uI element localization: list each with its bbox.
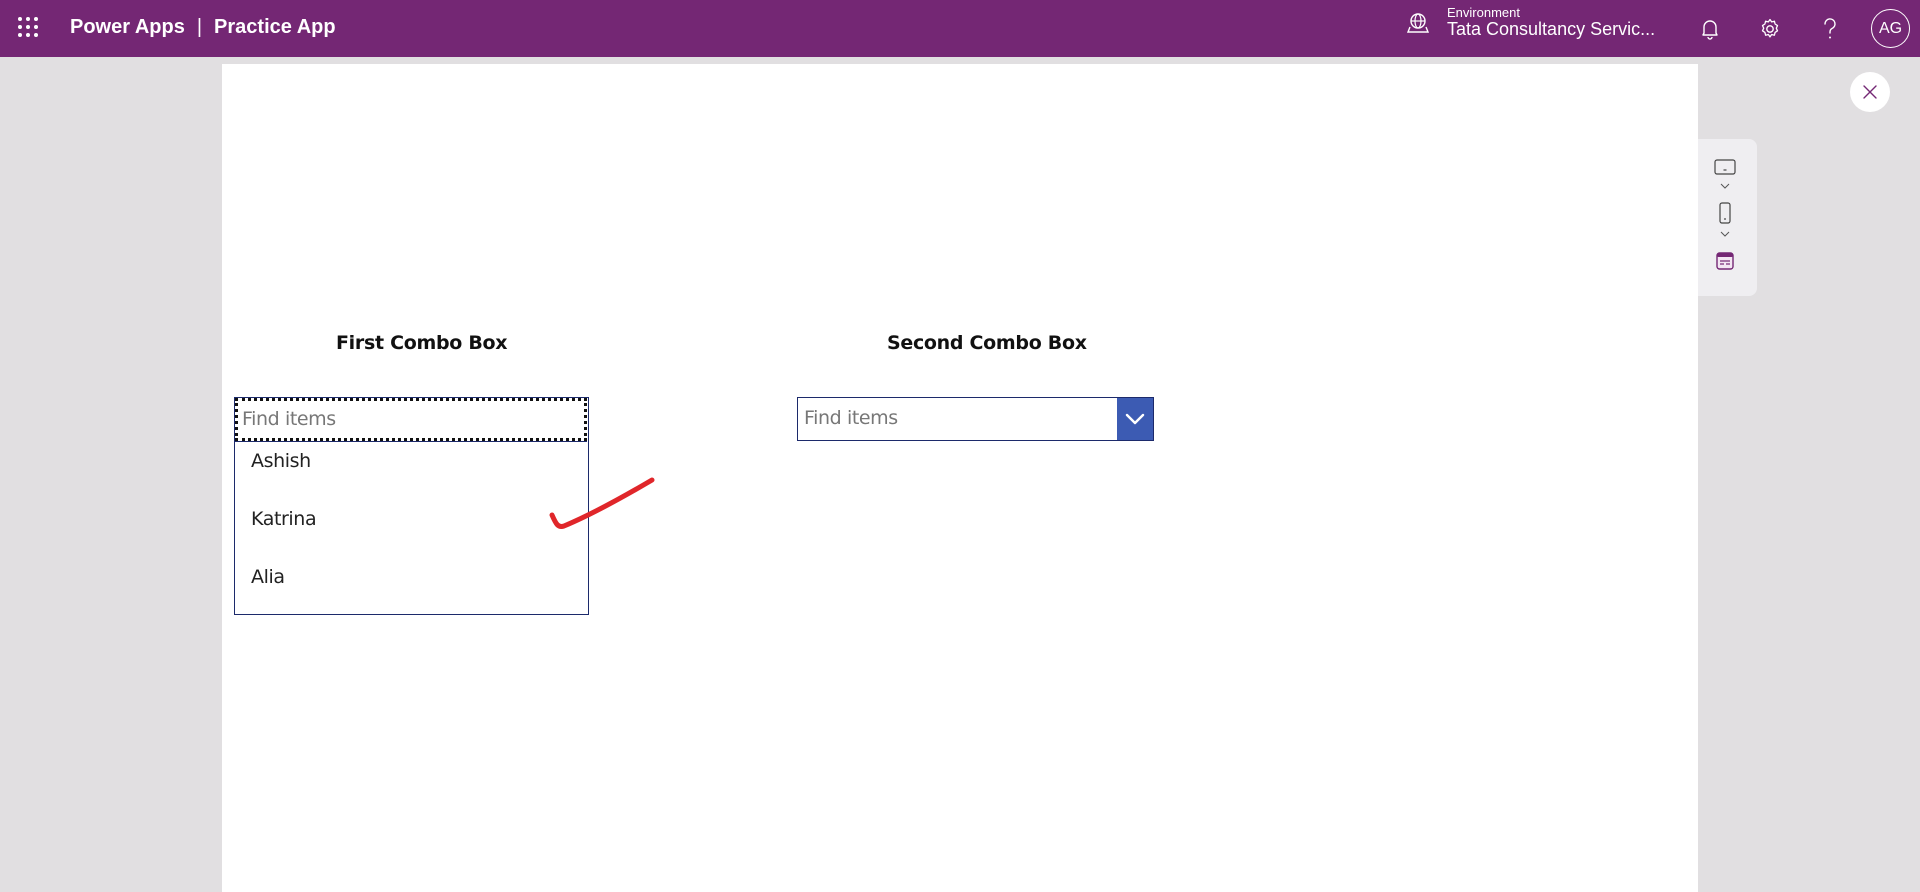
app-name: Practice App xyxy=(214,16,336,38)
product-name[interactable]: Power Apps xyxy=(70,16,185,39)
tablet-options-button[interactable] xyxy=(1714,181,1736,191)
environment-label: Environment xyxy=(1447,5,1520,20)
close-icon xyxy=(1863,85,1877,99)
first-combo-dropdown-list: Ashish Katrina Alia xyxy=(235,443,588,617)
help-button[interactable] xyxy=(1811,10,1849,48)
help-question-icon xyxy=(1824,18,1836,39)
notifications-button[interactable] xyxy=(1691,10,1729,48)
fit-to-window-icon xyxy=(1716,252,1734,270)
first-combo-search-input[interactable]: Find items xyxy=(235,398,587,442)
device-panel xyxy=(1698,139,1757,296)
settings-gear-icon xyxy=(1761,18,1779,38)
environment-globe-icon xyxy=(1406,13,1430,33)
second-combo-label: Second Combo Box xyxy=(887,332,1087,354)
first-combo-label: First Combo Box xyxy=(336,332,508,354)
phone-view-button[interactable] xyxy=(1714,202,1736,224)
notification-bell-icon xyxy=(1702,20,1718,40)
phone-options-button[interactable] xyxy=(1714,229,1736,239)
top-bar: Power Apps | Practice App Environment Ta… xyxy=(0,0,1920,57)
chevron-down-icon xyxy=(1720,183,1730,189)
list-item[interactable]: Alia xyxy=(235,559,588,617)
environment-picker[interactable]: Environment Tata Consultancy Servic... xyxy=(1405,5,1656,40)
settings-button[interactable] xyxy=(1751,10,1789,48)
close-preview-button[interactable] xyxy=(1850,72,1890,112)
first-combo-box[interactable]: Find items Ashish Katrina Alia xyxy=(234,397,589,615)
chevron-down-icon xyxy=(1720,231,1730,237)
tablet-icon xyxy=(1714,159,1736,175)
second-combo-box[interactable]: Find items xyxy=(797,397,1154,441)
waffle-icon[interactable] xyxy=(18,17,40,39)
user-avatar[interactable]: AG xyxy=(1871,9,1910,48)
app-canvas: First Combo Box Second Combo Box Find it… xyxy=(222,64,1698,892)
second-combo-search-input[interactable]: Find items xyxy=(798,398,1117,440)
fit-to-window-button[interactable] xyxy=(1714,251,1736,271)
environment-name: Tata Consultancy Servic... xyxy=(1447,19,1656,40)
list-item[interactable]: Katrina xyxy=(235,501,588,559)
second-combo-expand-button[interactable] xyxy=(1117,398,1153,440)
phone-icon xyxy=(1719,202,1731,224)
red-checkmark-annotation xyxy=(549,477,655,529)
chevron-down-icon xyxy=(1125,413,1145,425)
tablet-view-button[interactable] xyxy=(1714,158,1736,176)
app-title: Power Apps | Practice App xyxy=(70,16,336,39)
title-separator: | xyxy=(196,16,203,38)
list-item[interactable]: Ashish xyxy=(235,443,588,501)
